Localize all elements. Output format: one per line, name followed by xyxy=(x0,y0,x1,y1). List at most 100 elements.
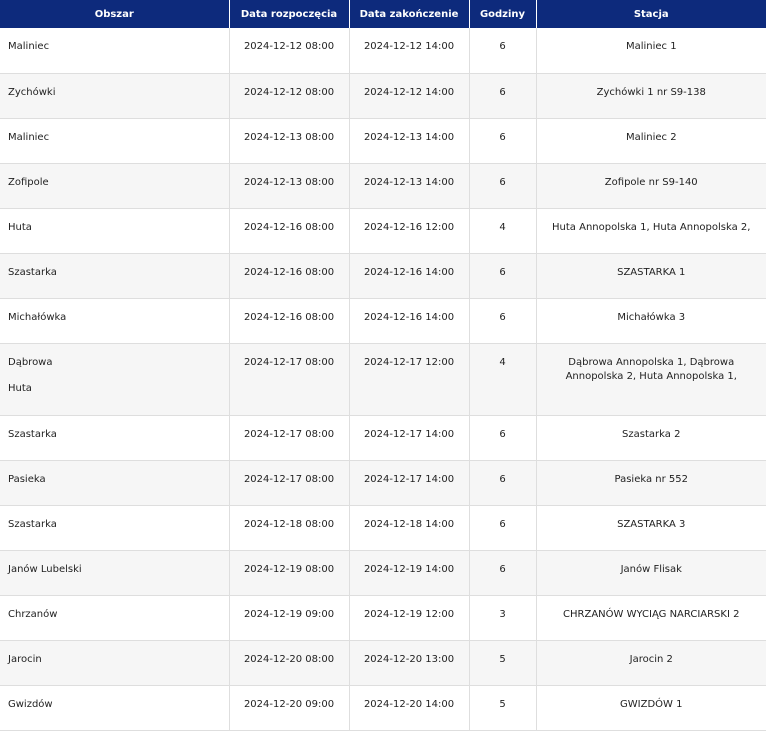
cell-hours: 4 xyxy=(469,208,537,254)
cell-area: Dąbrowa Huta xyxy=(0,343,230,416)
cell-station: Janów Flisak xyxy=(536,550,766,596)
area-name: Maliniec xyxy=(8,41,50,52)
area-name: Gwizdów xyxy=(8,698,53,710)
station-name: Zofipole nr S9-140 xyxy=(604,176,698,188)
column-header-hours: Godziny xyxy=(469,0,537,28)
station-name: Dąbrowa Annopolska 1, Dąbrowa Annopolska… xyxy=(565,356,737,382)
station-name: SZASTARKA 3 xyxy=(617,518,686,530)
header-row: Obszar Data rozpoczęcia Data zakończenie… xyxy=(0,0,766,28)
cell-hours: 6 xyxy=(469,460,537,506)
table-row: Dąbrowa Huta 2024-12-17 08:00 2024-12-17 12… xyxy=(0,343,766,416)
area-name: Pasieka xyxy=(8,473,46,485)
table-row: Huta 2024-12-16 08:00 2024-12-16 12:00 4 Hut… xyxy=(0,208,766,254)
cell-station: Jarocin 2 xyxy=(536,640,766,686)
table-row: Michałówka 2024-12-16 08:00 2024-12-16 14:… xyxy=(0,298,766,344)
station-name: Janów Flisak xyxy=(620,563,682,575)
station-name: Zychówki 1 nr S9-138 xyxy=(596,86,706,98)
cell-end-date: 2024-12-19 14:00 xyxy=(349,550,470,596)
table-row: Szastarka 2024-12-16 08:00 2024-12-16 14:0… xyxy=(0,253,766,299)
cell-start-date: 2024-12-12 08:00 xyxy=(229,73,350,119)
cell-start-date: 2024-12-17 08:00 xyxy=(229,415,350,461)
cell-area: Jarocin xyxy=(0,640,230,686)
table-row: Maliniec 2024-12-13 08:00 2024-12-13 14:00… xyxy=(0,118,766,164)
station-name: Huta Annopolska 1, Huta Annopolska 2, xyxy=(552,221,751,233)
cell-station: SZASTARKA 1 xyxy=(536,253,766,299)
table-row: Janów Lubelski 2024-12-19 08:00 2024-12-19… xyxy=(0,550,766,596)
cell-station: Maliniec 1 xyxy=(536,28,766,74)
column-header-start: Data rozpoczęcia xyxy=(229,0,350,28)
station-name: CHRZANÓW WYCIĄG NARCIARSKI 2 xyxy=(563,608,740,620)
cell-end-date: 2024-12-16 12:00 xyxy=(349,208,470,254)
cell-start-date: 2024-12-17 08:00 xyxy=(229,343,350,416)
cell-end-date: 2024-12-17 14:00 xyxy=(349,460,470,506)
cell-station: SZASTARKA 3 xyxy=(536,505,766,551)
area-name: Chrzanów xyxy=(8,608,58,620)
station-name: Maliniec 1 xyxy=(625,41,677,52)
cell-hours: 5 xyxy=(469,640,537,686)
station-name: Michałówka 3 xyxy=(617,311,686,323)
table-row: Szastarka 2024-12-17 08:00 2024-12-17 14:0… xyxy=(0,415,766,461)
cell-hours: 6 xyxy=(469,73,537,119)
area-name: Zychówki xyxy=(8,86,56,98)
area-name: Maliniec xyxy=(8,131,50,143)
table-row: Jarocin 2024-12-20 08:00 2024-12-20 13:00 5… xyxy=(0,640,766,686)
cell-end-date: 2024-12-18 14:00 xyxy=(349,505,470,551)
column-header-end: Data zakończenie xyxy=(349,0,470,28)
table-row: Szastarka 2024-12-18 08:00 2024-12-18 14:0… xyxy=(0,505,766,551)
cell-station: Michałówka 3 xyxy=(536,298,766,344)
cell-end-date: 2024-12-13 14:00 xyxy=(349,163,470,209)
cell-start-date: 2024-12-13 08:00 xyxy=(229,163,350,209)
cell-end-date: 2024-12-16 14:00 xyxy=(349,298,470,344)
cell-start-date: 2024-12-16 08:00 xyxy=(229,298,350,344)
cell-end-date: 2024-12-16 14:00 xyxy=(349,253,470,299)
cell-area: Szastarka xyxy=(0,505,230,551)
area-name: Dąbrowa xyxy=(8,356,53,368)
cell-station: Zychówki 1 nr S9-138 xyxy=(536,73,766,119)
cell-hours: 6 xyxy=(469,253,537,299)
cell-end-date: 2024-12-17 14:00 xyxy=(349,415,470,461)
cell-start-date: 2024-12-13 08:00 xyxy=(229,118,350,164)
cell-hours: 6 xyxy=(469,163,537,209)
table-row: Zofipole 2024-12-13 08:00 2024-12-13 14:00… xyxy=(0,163,766,209)
table-row: Pasieka 2024-12-17 08:00 2024-12-17 14:00 6… xyxy=(0,460,766,506)
cell-start-date: 2024-12-18 08:00 xyxy=(229,505,350,551)
station-name: Maliniec 2 xyxy=(625,131,677,143)
area-name: Szastarka xyxy=(8,428,57,440)
table-row: Maliniec 2024-12-12 08:00 2024-12-12 14:00… xyxy=(0,28,766,74)
table-header: Obszar Data rozpoczęcia Data zakończenie… xyxy=(0,0,766,28)
area-name: Zofipole xyxy=(8,176,49,188)
cell-area: Gwizdów xyxy=(0,685,230,731)
cell-area: Szastarka xyxy=(0,415,230,461)
cell-end-date: 2024-12-19 12:00 xyxy=(349,595,470,641)
station-name: Jarocin 2 xyxy=(629,653,673,665)
cell-station: Pasieka nr 552 xyxy=(536,460,766,506)
cell-hours: 4 xyxy=(469,343,537,416)
cell-station: Huta Annopolska 1, Huta Annopolska 2, xyxy=(536,208,766,254)
station-name: Pasieka nr 552 xyxy=(614,473,689,485)
cell-start-date: 2024-12-16 08:00 xyxy=(229,253,350,299)
table-body: Maliniec 2024-12-12 08:00 2024-12-12 14:00… xyxy=(0,28,766,731)
cell-area: Zofipole xyxy=(0,163,230,209)
cell-end-date: 2024-12-17 12:00 xyxy=(349,343,470,416)
cell-station: Maliniec 2 xyxy=(536,118,766,164)
cell-station: GWIZDÓW 1 xyxy=(536,685,766,731)
area-name: Szastarka xyxy=(8,266,57,278)
cell-start-date: 2024-12-20 08:00 xyxy=(229,640,350,686)
column-header-station: Stacja xyxy=(536,0,766,28)
cell-start-date: 2024-12-20 09:00 xyxy=(229,685,350,731)
table-row: Gwizdów 2024-12-20 09:00 2024-12-20 14:00 5… xyxy=(0,685,766,731)
cell-hours: 5 xyxy=(469,685,537,731)
cell-area: Szastarka xyxy=(0,253,230,299)
area-name: Huta xyxy=(8,382,32,394)
area-name: Michałówka xyxy=(8,311,67,323)
outage-schedule-table: Obszar Data rozpoczęcia Data zakończenie… xyxy=(0,0,766,731)
cell-station: Dąbrowa Annopolska 1, Dąbrowa Annopolska… xyxy=(536,343,766,416)
cell-area: Michałówka xyxy=(0,298,230,344)
table-row: Zychówki 2024-12-12 08:00 2024-12-12 14:00… xyxy=(0,73,766,119)
cell-hours: 6 xyxy=(469,415,537,461)
cell-hours: 6 xyxy=(469,28,537,74)
cell-end-date: 2024-12-20 13:00 xyxy=(349,640,470,686)
station-name: Szastarka 2 xyxy=(622,428,681,440)
cell-start-date: 2024-12-12 08:00 xyxy=(229,28,350,74)
cell-area: Chrzanów xyxy=(0,595,230,641)
